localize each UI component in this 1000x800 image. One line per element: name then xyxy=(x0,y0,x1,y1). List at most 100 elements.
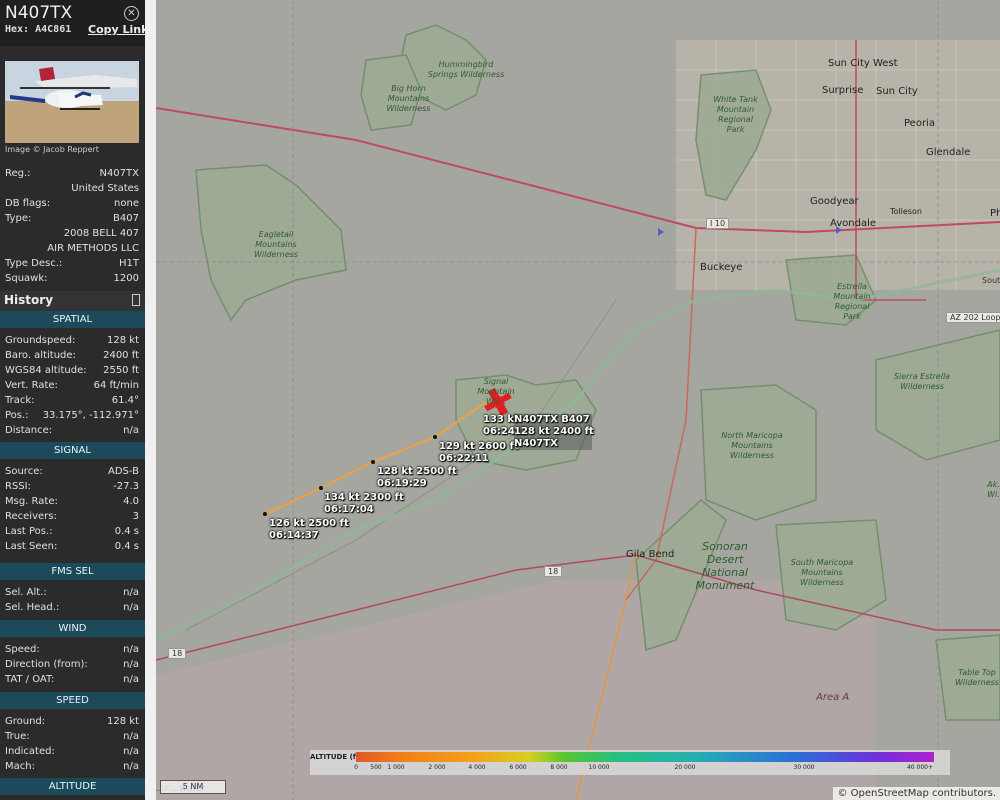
track-time: 06:22:11 xyxy=(439,453,489,464)
altitude-tick: 0 xyxy=(354,764,358,771)
city-label: Surprise xyxy=(822,85,864,96)
track-point-label: 128 kt 2500 ft 06:19:29 xyxy=(377,466,457,490)
panel-header: N407TX ✕ Hex: A4C861 Copy Link xyxy=(0,0,145,46)
signal-key: Last Pos.: xyxy=(5,526,53,537)
speed-value: n/a xyxy=(123,731,139,742)
aircraft-label-line3: N407TX xyxy=(514,438,558,449)
spatial-value: 64 ft/min xyxy=(93,380,139,391)
track-speed-alt: 126 kt 2500 ft xyxy=(269,518,349,530)
spatial-key: Groundspeed: xyxy=(5,335,76,346)
spatial-row: Groundspeed: 128 kt xyxy=(5,335,139,349)
spatial-row: WGS84 altitude: 2550 ft xyxy=(5,365,139,379)
spatial-value: 2550 ft xyxy=(103,365,139,376)
city-label: Avondale xyxy=(830,218,877,229)
detail-row: Type: B407 xyxy=(5,213,139,227)
spatial-row: Track: 61.4° xyxy=(5,395,139,409)
window-icon[interactable] xyxy=(132,294,140,306)
altitude-tick: 30 000 xyxy=(793,764,815,771)
history-button[interactable]: History xyxy=(0,291,145,311)
wilderness-label: Table Top Wilderness xyxy=(955,668,999,687)
altitude-tick: 40 000+ xyxy=(906,764,934,771)
altitude-tick: 20 000 xyxy=(674,764,696,771)
signal-key: Msg. Rate: xyxy=(5,496,58,507)
detail-row: Reg.: N407TX xyxy=(5,168,139,182)
track-time: 06:19:29 xyxy=(377,478,427,489)
signal-key: Receivers: xyxy=(5,511,57,522)
detail-value: none xyxy=(114,198,139,209)
copy-link-button[interactable]: Copy Link xyxy=(88,23,145,36)
wilderness-label: North Maricopa Mountains Wilderness xyxy=(721,431,783,460)
detail-key: Reg.: xyxy=(5,168,31,179)
close-icon[interactable]: ✕ xyxy=(124,6,139,21)
detail-row: Type Desc.: H1T xyxy=(5,258,139,272)
spatial-row: Vert. Rate: 64 ft/min xyxy=(5,380,139,394)
aircraft-label[interactable]: N407TX B407 128 kt 2400 ft N407TX xyxy=(514,414,594,450)
aircraft-info-panel: N407TX ✕ Hex: A4C861 Copy Link Image © J… xyxy=(0,0,145,800)
area-label: Area A xyxy=(816,692,850,703)
detail-value: AIR METHODS LLC xyxy=(47,243,139,254)
spatial-row: Baro. altitude: 2400 ft xyxy=(5,350,139,364)
city-label: Peoria xyxy=(904,118,935,129)
sidebar-scrollbar[interactable] xyxy=(145,0,156,800)
track-speed-alt: 128 kt 2500 ft xyxy=(377,466,457,478)
track-speed-alt: 129 kt 2600 ft xyxy=(439,441,519,453)
signal-row: Receivers: 3 xyxy=(5,511,139,525)
speed-key: Ground: xyxy=(5,716,46,727)
track-altitude: 2500 ft xyxy=(308,518,349,529)
wind-key: Speed: xyxy=(5,644,40,655)
city-label: Glendale xyxy=(926,147,971,158)
speed-row: True: n/a xyxy=(5,731,139,745)
altitude-tick: 500 xyxy=(370,764,382,771)
wind-key: TAT / OAT: xyxy=(5,674,55,685)
signal-value: 3 xyxy=(132,511,139,522)
fms-value: n/a xyxy=(123,587,139,598)
speed-row: Indicated: n/a xyxy=(5,746,139,760)
hex-code: Hex: A4C861 xyxy=(5,24,72,35)
signal-row: RSSI: -27.3 xyxy=(5,481,139,495)
aircraft-photo[interactable] xyxy=(5,61,139,143)
fms-key: Sel. Alt.: xyxy=(5,587,47,598)
aircraft-callsign: N407TX xyxy=(5,3,73,23)
track-speed: 129 kt xyxy=(439,441,475,452)
city-label: Tolleson xyxy=(890,207,922,216)
aircraft-label-line2: 128 kt 2400 ft xyxy=(514,426,594,437)
scale-bar: 5 NM xyxy=(160,780,226,794)
wilderness-label: Eagletail Mountains Wilderness xyxy=(254,230,298,259)
section-wind-header[interactable]: WIND xyxy=(0,620,145,637)
city-label: Gila Bend xyxy=(626,549,675,560)
section-signal-header[interactable]: SIGNAL xyxy=(0,442,145,459)
speed-key: Indicated: xyxy=(5,746,55,757)
signal-row: Last Pos.: 0.4 s xyxy=(5,526,139,540)
signal-key: RSSI: xyxy=(5,481,31,492)
section-altitude-header[interactable]: ALTITUDE xyxy=(0,778,145,795)
detail-value: N407TX xyxy=(99,168,139,179)
track-speed-alt: 134 kt 2300 ft xyxy=(324,492,404,504)
map-view[interactable]: Sun City West Surprise Sun City Peoria Glend… xyxy=(156,0,1000,800)
spatial-value: n/a xyxy=(123,425,139,436)
track-point-label: 129 kt 2600 ft 06:22:11 xyxy=(439,441,519,465)
spatial-key: Pos.: xyxy=(5,410,29,421)
city-label: Goodyear xyxy=(810,196,859,207)
section-speed-header[interactable]: SPEED xyxy=(0,692,145,709)
altitude-tick: 6 000 xyxy=(509,764,527,771)
section-fms-header[interactable]: FMS SEL xyxy=(0,563,145,580)
city-label: Sun City xyxy=(876,86,918,97)
aircraft-label-line1: N407TX B407 xyxy=(514,414,590,425)
wind-key: Direction (from): xyxy=(5,659,88,670)
altitude-tick: 10 000 xyxy=(588,764,610,771)
wind-row: TAT / OAT: n/a xyxy=(5,674,139,688)
signal-value: 4.0 xyxy=(123,496,139,507)
track-altitude: 2600 ft xyxy=(478,441,519,452)
signal-value: ADS-B xyxy=(107,466,139,477)
detail-value: B407 xyxy=(113,213,139,224)
speed-value: n/a xyxy=(123,761,139,772)
section-spatial-header[interactable]: SPATIAL xyxy=(0,311,145,328)
altitude-tick: 2 000 xyxy=(428,764,446,771)
detail-row: AIR METHODS LLC xyxy=(5,243,139,257)
city-label: Sun City West xyxy=(828,58,898,69)
track-speed: 126 kt xyxy=(269,518,305,529)
wind-row: Speed: n/a xyxy=(5,644,139,658)
map-attribution[interactable]: © OpenStreetMap contributors. xyxy=(833,787,1000,800)
road-label: I 10 xyxy=(706,218,730,229)
spatial-key: Distance: xyxy=(5,425,53,436)
